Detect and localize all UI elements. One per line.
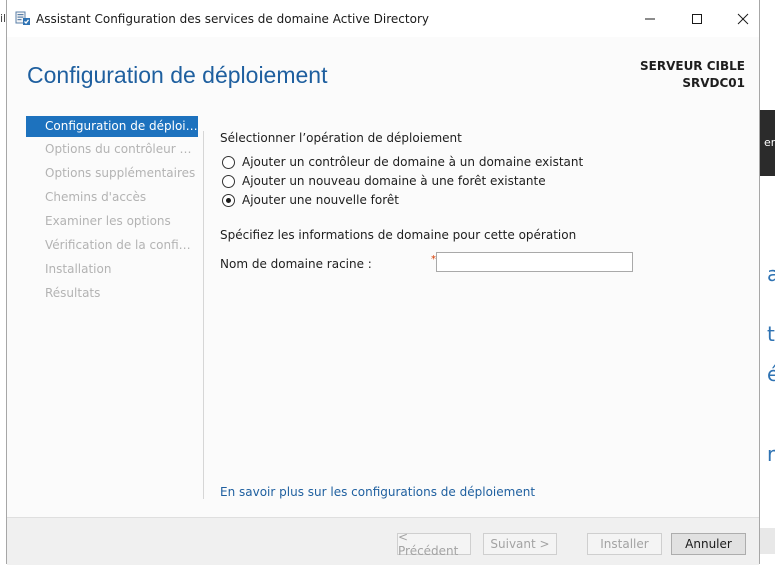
nav-step-installation: Installation bbox=[45, 262, 112, 276]
domain-info-label: Spécifiez les informations de domaine po… bbox=[220, 228, 577, 242]
root-domain-input[interactable] bbox=[436, 252, 633, 272]
previous-button[interactable]: < Précédent bbox=[397, 530, 471, 558]
wizard-footer: < Précédent Suivant > Installer Annuler bbox=[7, 517, 759, 565]
nav-step-dc-options: Options du contrôleur de... bbox=[45, 142, 198, 156]
nav-step-additional-options: Options supplémentaires bbox=[45, 166, 196, 180]
radio-add-new-forest[interactable]: Ajouter une nouvelle forêt bbox=[222, 191, 399, 209]
nav-step-prerequisites-check: Vérification de la configur... bbox=[45, 238, 198, 252]
radio-selected-dot bbox=[226, 197, 231, 203]
radio-label[interactable]: Ajouter un nouveau domaine à une forêt e… bbox=[242, 174, 546, 188]
nav-step-review-options: Examiner les options bbox=[45, 214, 171, 228]
window-title: Assistant Configuration des services de … bbox=[36, 12, 429, 26]
wizard-window: Assistant Configuration des services de … bbox=[6, 0, 760, 565]
radio-button[interactable] bbox=[222, 174, 235, 188]
radio-label[interactable]: Ajouter une nouvelle forêt bbox=[242, 193, 399, 207]
minimize-icon bbox=[645, 18, 655, 19]
background-app-right-edge: er a ti é rv bbox=[760, 0, 775, 564]
background-app-text: a bbox=[767, 262, 775, 286]
maximize-button[interactable] bbox=[674, 0, 720, 37]
nav-step-paths: Chemins d'accès bbox=[45, 190, 147, 204]
background-app-panel bbox=[760, 528, 775, 554]
nav-step-deployment-configuration[interactable]: Configuration de déploie... bbox=[26, 116, 198, 137]
close-button[interactable] bbox=[720, 0, 766, 37]
deployment-operation-label: Sélectionner l’opération de déploiement bbox=[220, 131, 462, 145]
background-app-dark-bar: er bbox=[760, 110, 775, 176]
background-app-text: er bbox=[764, 136, 775, 149]
radio-add-domain-existing-forest[interactable]: Ajouter un nouveau domaine à une forêt e… bbox=[222, 172, 546, 190]
background-app-text: rv bbox=[767, 442, 775, 466]
wizard-steps-nav: Configuration de déploie... Options du c… bbox=[26, 116, 198, 305]
help-link-deployment-configurations[interactable]: En savoir plus sur les configurations de… bbox=[220, 485, 535, 499]
target-server-label: SERVEUR CIBLE bbox=[640, 59, 745, 73]
install-button[interactable]: Installer bbox=[587, 533, 662, 555]
target-server-name: SRVDC01 bbox=[682, 76, 745, 90]
close-icon bbox=[737, 13, 749, 24]
radio-button-selected[interactable] bbox=[222, 193, 235, 207]
maximize-icon bbox=[692, 13, 702, 24]
nav-step-results: Résultats bbox=[45, 286, 101, 300]
wizard-content: Configuration de déploiement SERVEUR CIB… bbox=[7, 37, 759, 517]
radio-label[interactable]: Ajouter un contrôleur de domaine à un do… bbox=[242, 155, 583, 169]
cancel-button[interactable]: Annuler bbox=[671, 533, 746, 555]
minimize-button[interactable] bbox=[627, 0, 673, 37]
next-button[interactable]: Suivant > bbox=[483, 533, 557, 555]
ad-wizard-icon bbox=[15, 11, 30, 25]
nav-divider bbox=[203, 131, 204, 499]
radio-add-dc-existing-domain[interactable]: Ajouter un contrôleur de domaine à un do… bbox=[222, 153, 583, 171]
root-domain-label: Nom de domaine racine : bbox=[220, 257, 372, 271]
title-bar[interactable]: Assistant Configuration des services de … bbox=[7, 0, 759, 37]
page-title: Configuration de déploiement bbox=[27, 62, 328, 88]
background-app-text: ti bbox=[767, 322, 775, 346]
radio-button[interactable] bbox=[222, 155, 235, 169]
background-app-text: é bbox=[767, 362, 775, 386]
